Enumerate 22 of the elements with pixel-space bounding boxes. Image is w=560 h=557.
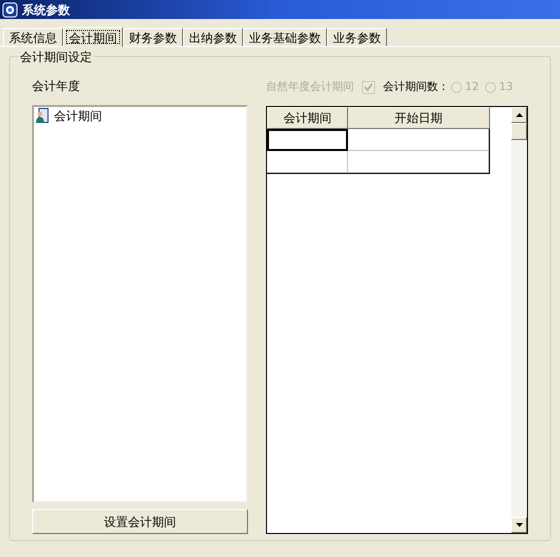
tab[interactable]: 出纳参数 bbox=[183, 28, 243, 46]
fiscal-year-label: 会计年度 bbox=[32, 78, 81, 95]
natural-year-label: 自然年度会计期间 bbox=[266, 78, 354, 95]
scrollbar[interactable] bbox=[511, 107, 527, 533]
set-period-button[interactable]: 设置会计期间 bbox=[32, 509, 248, 534]
column-header[interactable]: 会计期间 bbox=[267, 107, 348, 129]
tab[interactable]: 业务参数 bbox=[327, 28, 387, 46]
scroll-thumb[interactable] bbox=[511, 123, 527, 140]
window-title: 系统参数 bbox=[22, 2, 70, 18]
tab[interactable]: 会计期间 bbox=[63, 27, 123, 47]
scroll-down-icon[interactable] bbox=[516, 523, 522, 527]
group-title: 会计期间设定 bbox=[18, 48, 94, 66]
table-cell[interactable] bbox=[267, 129, 348, 151]
column-header[interactable]: 开始日期 bbox=[348, 107, 490, 129]
scroll-up-icon[interactable] bbox=[516, 113, 522, 117]
app-icon bbox=[2, 2, 18, 18]
tab[interactable]: 业务基础参数 bbox=[243, 28, 327, 46]
period-count-label: 会计期间数： bbox=[383, 78, 449, 95]
tree-item[interactable]: 会计期间 bbox=[35, 108, 245, 124]
tab[interactable]: 财务参数 bbox=[123, 28, 183, 46]
tab[interactable]: 系统信息 bbox=[3, 28, 63, 46]
person-document-icon bbox=[35, 108, 49, 124]
